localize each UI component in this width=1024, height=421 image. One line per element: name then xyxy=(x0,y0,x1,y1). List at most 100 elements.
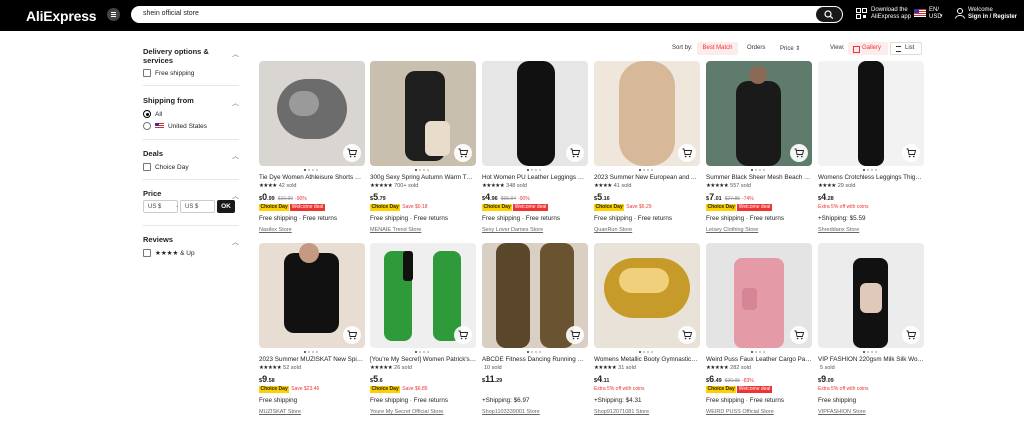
collapse-icon[interactable]: ︿ xyxy=(232,49,239,59)
product-title[interactable]: Tie Dye Women Athleisure Shorts S… xyxy=(259,174,365,181)
account-link[interactable]: Welcome Sign in / Register xyxy=(968,7,1017,21)
collapse-icon[interactable]: ︿ xyxy=(232,98,239,108)
carousel-dot[interactable] xyxy=(415,169,417,171)
carousel-dot[interactable] xyxy=(531,169,533,171)
carousel-dot[interactable] xyxy=(527,169,529,171)
carousel-dot[interactable] xyxy=(875,169,877,171)
carousel-dot[interactable] xyxy=(312,169,314,171)
carousel-dot[interactable] xyxy=(763,351,765,353)
signin-link[interactable]: Sign in / Register xyxy=(968,14,1017,20)
reviews-option[interactable]: ★★★★ & Up xyxy=(143,248,195,258)
carousel-dot[interactable] xyxy=(759,351,761,353)
carousel-dot[interactable] xyxy=(639,351,641,353)
download-app-link[interactable]: Download the AliExpress app xyxy=(871,7,911,21)
store-link[interactable]: Youre My Secret Official Store xyxy=(370,409,443,415)
add-to-cart-button[interactable] xyxy=(566,144,584,162)
sort-best-match[interactable]: Best Match xyxy=(697,42,738,55)
carousel-dot[interactable] xyxy=(647,169,649,171)
product-image[interactable] xyxy=(706,243,812,348)
carousel-dot[interactable] xyxy=(539,351,541,353)
carousel-dot[interactable] xyxy=(651,351,653,353)
carousel-dot[interactable] xyxy=(763,169,765,171)
price-min-input[interactable]: US $ xyxy=(143,200,178,213)
image-carousel-dots[interactable] xyxy=(304,169,320,171)
carousel-dot[interactable] xyxy=(531,351,533,353)
store-link[interactable]: Shreddanx Store xyxy=(818,227,859,233)
add-to-cart-button[interactable] xyxy=(790,326,808,344)
image-carousel-dots[interactable] xyxy=(751,169,767,171)
carousel-dot[interactable] xyxy=(316,169,318,171)
carousel-dot[interactable] xyxy=(751,351,753,353)
add-to-cart-button[interactable] xyxy=(454,326,472,344)
store-link[interactable]: Nasilex Store xyxy=(259,227,292,233)
product-image[interactable] xyxy=(818,61,924,166)
store-link[interactable]: WEIRD PUSS Official Store xyxy=(706,409,774,415)
image-carousel-dots[interactable] xyxy=(863,351,879,353)
checkbox[interactable] xyxy=(143,249,151,257)
carousel-dot[interactable] xyxy=(863,351,865,353)
sort-orders[interactable]: Orders xyxy=(747,45,765,51)
image-carousel-dots[interactable] xyxy=(527,351,543,353)
carousel-dot[interactable] xyxy=(415,351,417,353)
product-title[interactable]: Weird Puss Faux Leather Cargo Pan… xyxy=(706,356,812,363)
product-image[interactable] xyxy=(370,61,476,166)
carousel-dot[interactable] xyxy=(419,351,421,353)
carousel-dot[interactable] xyxy=(647,351,649,353)
carousel-dot[interactable] xyxy=(423,169,425,171)
carousel-dot[interactable] xyxy=(871,169,873,171)
carousel-dot[interactable] xyxy=(308,169,310,171)
product-image[interactable] xyxy=(594,243,700,348)
product-title[interactable]: Womens Crotchless Leggings Thigh … xyxy=(818,174,924,181)
collapse-icon[interactable]: ︿ xyxy=(232,151,239,161)
store-link[interactable]: MUZISKAT Store xyxy=(259,409,301,415)
product-title[interactable]: VIP FASHION 220gsm Milk Silk Wom… xyxy=(818,356,924,363)
radio-selected[interactable] xyxy=(143,110,151,118)
store-link[interactable]: Shop1103339001 Store xyxy=(482,409,540,415)
carousel-dot[interactable] xyxy=(875,351,877,353)
search-input[interactable]: shein official store xyxy=(143,10,199,17)
carousel-dot[interactable] xyxy=(759,169,761,171)
store-link[interactable]: VIPFASHION Store xyxy=(818,409,866,415)
checkbox[interactable] xyxy=(143,163,151,171)
carousel-dot[interactable] xyxy=(427,169,429,171)
carousel-dot[interactable] xyxy=(304,169,306,171)
carousel-dot[interactable] xyxy=(423,351,425,353)
carousel-dot[interactable] xyxy=(427,351,429,353)
carousel-dot[interactable] xyxy=(863,169,865,171)
product-image[interactable] xyxy=(482,243,588,348)
search-bar[interactable]: shein official store xyxy=(131,6,843,23)
ship-from-us[interactable]: United States xyxy=(143,121,207,131)
product-title[interactable]: Hot Women PU Leather Leggings Bl… xyxy=(482,174,588,181)
product-image[interactable] xyxy=(482,61,588,166)
carousel-dot[interactable] xyxy=(751,169,753,171)
product-title[interactable]: 2023 Summer New European and A… xyxy=(594,174,700,181)
carousel-dot[interactable] xyxy=(539,169,541,171)
qr-code-icon[interactable] xyxy=(856,8,867,19)
carousel-dot[interactable] xyxy=(643,351,645,353)
checkbox[interactable] xyxy=(143,69,151,77)
carousel-dot[interactable] xyxy=(639,169,641,171)
store-link[interactable]: Leisey Clothing Store xyxy=(706,227,758,233)
add-to-cart-button[interactable] xyxy=(566,326,584,344)
view-gallery-button[interactable]: Gallery xyxy=(848,42,888,55)
carousel-dot[interactable] xyxy=(643,169,645,171)
image-carousel-dots[interactable] xyxy=(863,169,879,171)
store-link[interactable]: MENAIE Trend Store xyxy=(370,227,421,233)
product-image[interactable] xyxy=(370,243,476,348)
product-title[interactable]: ABCDE Fitness Dancing Running Cas… xyxy=(482,356,588,363)
product-image[interactable] xyxy=(818,243,924,348)
product-image[interactable] xyxy=(259,243,365,348)
add-to-cart-button[interactable] xyxy=(454,144,472,162)
user-icon[interactable] xyxy=(955,8,965,19)
add-to-cart-button[interactable] xyxy=(902,144,920,162)
product-title[interactable]: [You're My Secret] Women Patrick's… xyxy=(370,356,476,363)
add-to-cart-button[interactable] xyxy=(678,326,696,344)
add-to-cart-button[interactable] xyxy=(902,326,920,344)
aliexpress-logo[interactable]: AliExpress xyxy=(26,8,97,24)
add-to-cart-button[interactable] xyxy=(790,144,808,162)
collapse-icon[interactable]: ︿ xyxy=(232,237,239,247)
carousel-dot[interactable] xyxy=(871,351,873,353)
choice-day-option[interactable]: Choice Day xyxy=(143,162,189,172)
image-carousel-dots[interactable] xyxy=(415,351,431,353)
carousel-dot[interactable] xyxy=(535,169,537,171)
